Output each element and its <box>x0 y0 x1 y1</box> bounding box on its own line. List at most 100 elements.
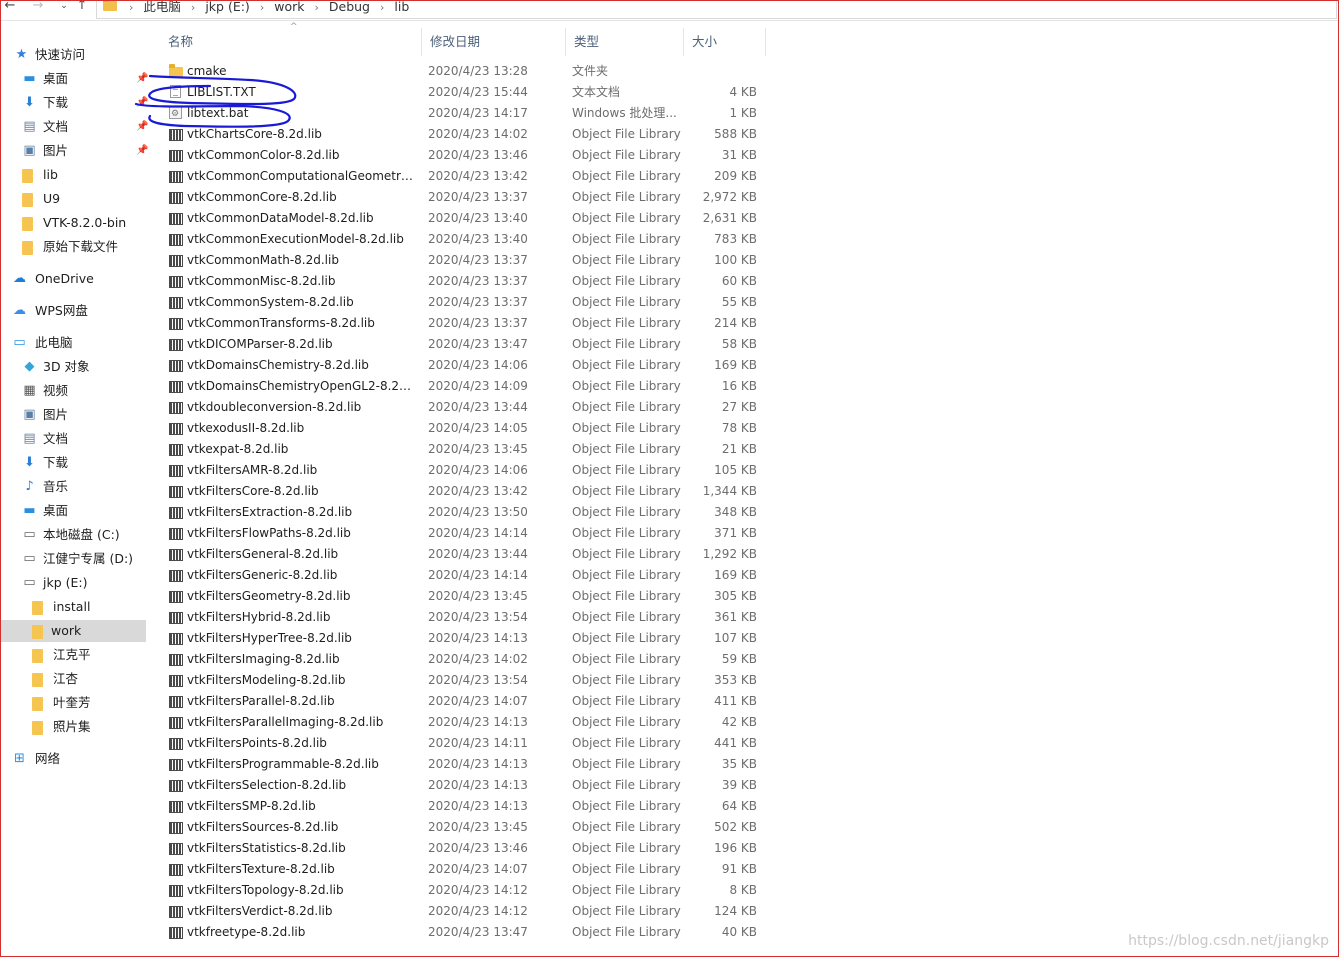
file-row[interactable]: vtkFiltersTopology-8.2d.lib 2020/4/23 14:… <box>160 880 770 901</box>
breadcrumb-item[interactable]: jkp (E:) <box>205 0 249 14</box>
file-row[interactable]: vtkFiltersPoints-8.2d.lib 2020/4/23 14:11… <box>160 733 770 754</box>
nav-quick-item[interactable]: U9 <box>22 188 60 210</box>
library-file-icon <box>169 297 183 309</box>
nav-folder-item[interactable]: 江杏 <box>32 668 78 690</box>
file-row[interactable]: vtkFiltersSMP-8.2d.lib 2020/4/23 14:13 Obj… <box>160 796 770 817</box>
breadcrumb[interactable]: › 此电脑 › jkp (E:) › work › Debug › lib <box>96 0 1337 19</box>
file-row[interactable]: vtkdoubleconversion-8.2d.lib 2020/4/23 13… <box>160 397 770 418</box>
recent-locations-chevron-icon[interactable]: ⌄ <box>56 0 72 14</box>
file-row[interactable]: vtkFiltersSources-8.2d.lib 2020/4/23 13:4… <box>160 817 770 838</box>
file-row[interactable]: vtkFiltersParallel-8.2d.lib 2020/4/23 14:… <box>160 691 770 712</box>
breadcrumb-separator-icon[interactable]: › <box>260 1 264 14</box>
file-row[interactable]: vtkCommonDataModel-8.2d.lib 2020/4/23 13:… <box>160 208 770 229</box>
file-row[interactable]: vtkDomainsChemistry-8.2d.lib 2020/4/23 14… <box>160 355 770 376</box>
forward-arrow-icon[interactable]: → <box>30 0 46 14</box>
nav-pc-item[interactable]: ▭ jkp (E:) <box>22 572 87 594</box>
nav-quick-item[interactable]: VTK-8.2.0-bin <box>22 212 126 234</box>
file-row[interactable]: vtkCommonTransforms-8.2d.lib 2020/4/23 13… <box>160 313 770 334</box>
nav-quick-item[interactable]: 原始下载文件 <box>22 236 118 258</box>
nav-pc-item[interactable]: ◆ 3D 对象 <box>22 356 90 378</box>
file-row[interactable]: vtkexpat-8.2d.lib 2020/4/23 13:45 Object F… <box>160 439 770 460</box>
nav-pc-item[interactable]: ▬ 桌面 <box>22 500 68 522</box>
file-row[interactable]: vtkChartsCore-8.2d.lib 2020/4/23 14:02 Obj… <box>160 124 770 145</box>
file-type: Object File Library <box>572 883 681 897</box>
nav-folder-item[interactable]: install <box>32 596 90 618</box>
nav-folder-item[interactable]: 江克平 <box>32 644 91 666</box>
nav-folder-item[interactable]: 照片集 <box>32 716 91 738</box>
breadcrumb-separator-icon[interactable]: › <box>129 1 133 14</box>
nav-pc-item[interactable]: ▣ 图片 <box>22 404 68 426</box>
file-row[interactable]: vtkFiltersTexture-8.2d.lib 2020/4/23 14:0… <box>160 859 770 880</box>
breadcrumb-separator-icon[interactable]: › <box>380 1 384 14</box>
nav-pc-item[interactable]: ▦ 视频 <box>22 380 68 402</box>
file-row[interactable]: vtkCommonCore-8.2d.lib 2020/4/23 13:37 Obj… <box>160 187 770 208</box>
up-arrow-icon[interactable]: ↑ <box>74 0 90 14</box>
nav-pc-item[interactable]: ▤ 文档 <box>22 428 68 450</box>
file-size: 64 KB <box>721 799 757 813</box>
file-row[interactable]: cmake 2020/4/23 13:28 文件夹 <box>160 61 770 82</box>
column-date[interactable]: 修改日期 <box>422 28 566 56</box>
folder-icon <box>22 169 33 183</box>
nav-pc-item[interactable]: ⬇ 下载 <box>22 452 68 474</box>
file-row[interactable]: vtkFiltersGeometry-8.2d.lib 2020/4/23 13:… <box>160 586 770 607</box>
file-row[interactable]: vtkFiltersFlowPaths-8.2d.lib 2020/4/23 14… <box>160 523 770 544</box>
breadcrumb-item[interactable]: lib <box>394 0 409 14</box>
nav-network[interactable]: ⊞ 网络 <box>12 748 60 770</box>
file-row[interactable]: vtkCommonComputationalGeometry-... 2020/4… <box>160 166 770 187</box>
file-row[interactable]: vtkFiltersVerdict-8.2d.lib 2020/4/23 14:1… <box>160 901 770 922</box>
nav-quick-item[interactable]: ▤ 文档 📌 <box>22 116 148 138</box>
nav-folder-item[interactable]: work <box>0 620 146 642</box>
file-row[interactable]: vtkFiltersHyperTree-8.2d.lib 2020/4/23 14… <box>160 628 770 649</box>
nav-pc-item[interactable]: ♪ 音乐 <box>22 476 68 498</box>
nav-quick-item[interactable]: ▣ 图片 📌 <box>22 140 148 162</box>
column-name[interactable]: 名称 <box>160 28 422 56</box>
file-row[interactable]: vtkFiltersModeling-8.2d.lib 2020/4/23 13:… <box>160 670 770 691</box>
file-row[interactable]: vtkCommonColor-8.2d.lib 2020/4/23 13:46 Ob… <box>160 145 770 166</box>
file-row[interactable]: vtkFiltersGeneric-8.2d.lib 2020/4/23 14:1… <box>160 565 770 586</box>
library-file-icon <box>169 423 183 435</box>
file-row[interactable]: vtkFiltersHybrid-8.2d.lib 2020/4/23 13:54… <box>160 607 770 628</box>
file-row[interactable]: vtkFiltersAMR-8.2d.lib 2020/4/23 14:06 Obj… <box>160 460 770 481</box>
file-row[interactable]: vtkfreetype-8.2d.lib 2020/4/23 13:47 Objec… <box>160 922 770 943</box>
file-row[interactable]: vtkFiltersProgrammable-8.2d.lib 2020/4/23… <box>160 754 770 775</box>
file-row[interactable]: vtkFiltersImaging-8.2d.lib 2020/4/23 14:0… <box>160 649 770 670</box>
nav-quick-item[interactable]: ⬇ 下载 📌 <box>22 92 148 114</box>
file-row[interactable]: vtkCommonMisc-8.2d.lib 2020/4/23 13:37 Obj… <box>160 271 770 292</box>
breadcrumb-item[interactable]: Debug <box>329 0 370 14</box>
breadcrumb-separator-icon[interactable]: › <box>314 1 318 14</box>
file-row[interactable]: libtext.bat 2020/4/23 14:17 Windows 批处理...… <box>160 103 770 125</box>
file-row[interactable]: vtkFiltersCore-8.2d.lib 2020/4/23 13:42 Ob… <box>160 481 770 502</box>
nav-onedrive[interactable]: ☁ OneDrive <box>12 268 94 290</box>
column-size[interactable]: 大小 <box>684 28 766 56</box>
breadcrumb-item[interactable]: 此电脑 <box>143 0 181 14</box>
nav-this-pc[interactable]: ▭ 此电脑 <box>12 332 72 354</box>
nav-quick-item[interactable]: ▬ 桌面 📌 <box>22 68 148 90</box>
breadcrumb-item[interactable]: work <box>274 0 304 14</box>
nav-quick-access[interactable]: ★ 快速访问 <box>14 44 85 66</box>
file-date: 2020/4/23 14:02 <box>428 127 528 141</box>
nav-quick-item[interactable]: lib <box>22 164 58 186</box>
back-arrow-icon[interactable]: ← <box>2 0 18 14</box>
nav-pc-item[interactable]: ▭ 本地磁盘 (C:) <box>22 524 119 546</box>
file-row[interactable]: vtkCommonExecutionModel-8.2d.lib 2020/4/2… <box>160 229 770 250</box>
file-row[interactable]: vtkDICOMParser-8.2d.lib 2020/4/23 13:47 Ob… <box>160 334 770 355</box>
nav-wps[interactable]: ☁ WPS网盘 <box>12 300 88 322</box>
file-type: Object File Library <box>572 421 681 435</box>
file-row[interactable]: vtkDomainsChemistryOpenGL2-8.2d.lib 2020/… <box>160 376 770 397</box>
file-date: 2020/4/23 13:42 <box>428 169 528 183</box>
file-row[interactable]: vtkFiltersSelection-8.2d.lib 2020/4/23 14… <box>160 775 770 796</box>
file-row[interactable]: vtkFiltersStatistics-8.2d.lib 2020/4/23 1… <box>160 838 770 859</box>
file-row[interactable]: vtkFiltersParallelImaging-8.2d.lib 2020/4… <box>160 712 770 733</box>
file-row[interactable]: vtkCommonSystem-8.2d.lib 2020/4/23 13:37 O… <box>160 292 770 313</box>
file-type: Object File Library <box>572 190 681 204</box>
file-row[interactable]: vtkexodusII-8.2d.lib 2020/4/23 14:05 Objec… <box>160 418 770 439</box>
file-row[interactable]: vtkCommonMath-8.2d.lib 2020/4/23 13:37 Obj… <box>160 250 770 271</box>
breadcrumb-separator-icon[interactable]: › <box>191 1 195 14</box>
nav-folder-item[interactable]: 叶奎芳 <box>32 692 91 714</box>
file-size: 31 KB <box>721 148 757 162</box>
file-row[interactable]: vtkFiltersGeneral-8.2d.lib 2020/4/23 13:4… <box>160 544 770 565</box>
file-row[interactable]: LIBLIST.TXT 2020/4/23 15:44 文本文档 4 KB <box>160 82 770 103</box>
column-type[interactable]: 类型 <box>566 28 684 56</box>
nav-pc-item[interactable]: ▭ 江健宁专属 (D:) <box>22 548 133 570</box>
file-row[interactable]: vtkFiltersExtraction-8.2d.lib 2020/4/23 1… <box>160 502 770 523</box>
